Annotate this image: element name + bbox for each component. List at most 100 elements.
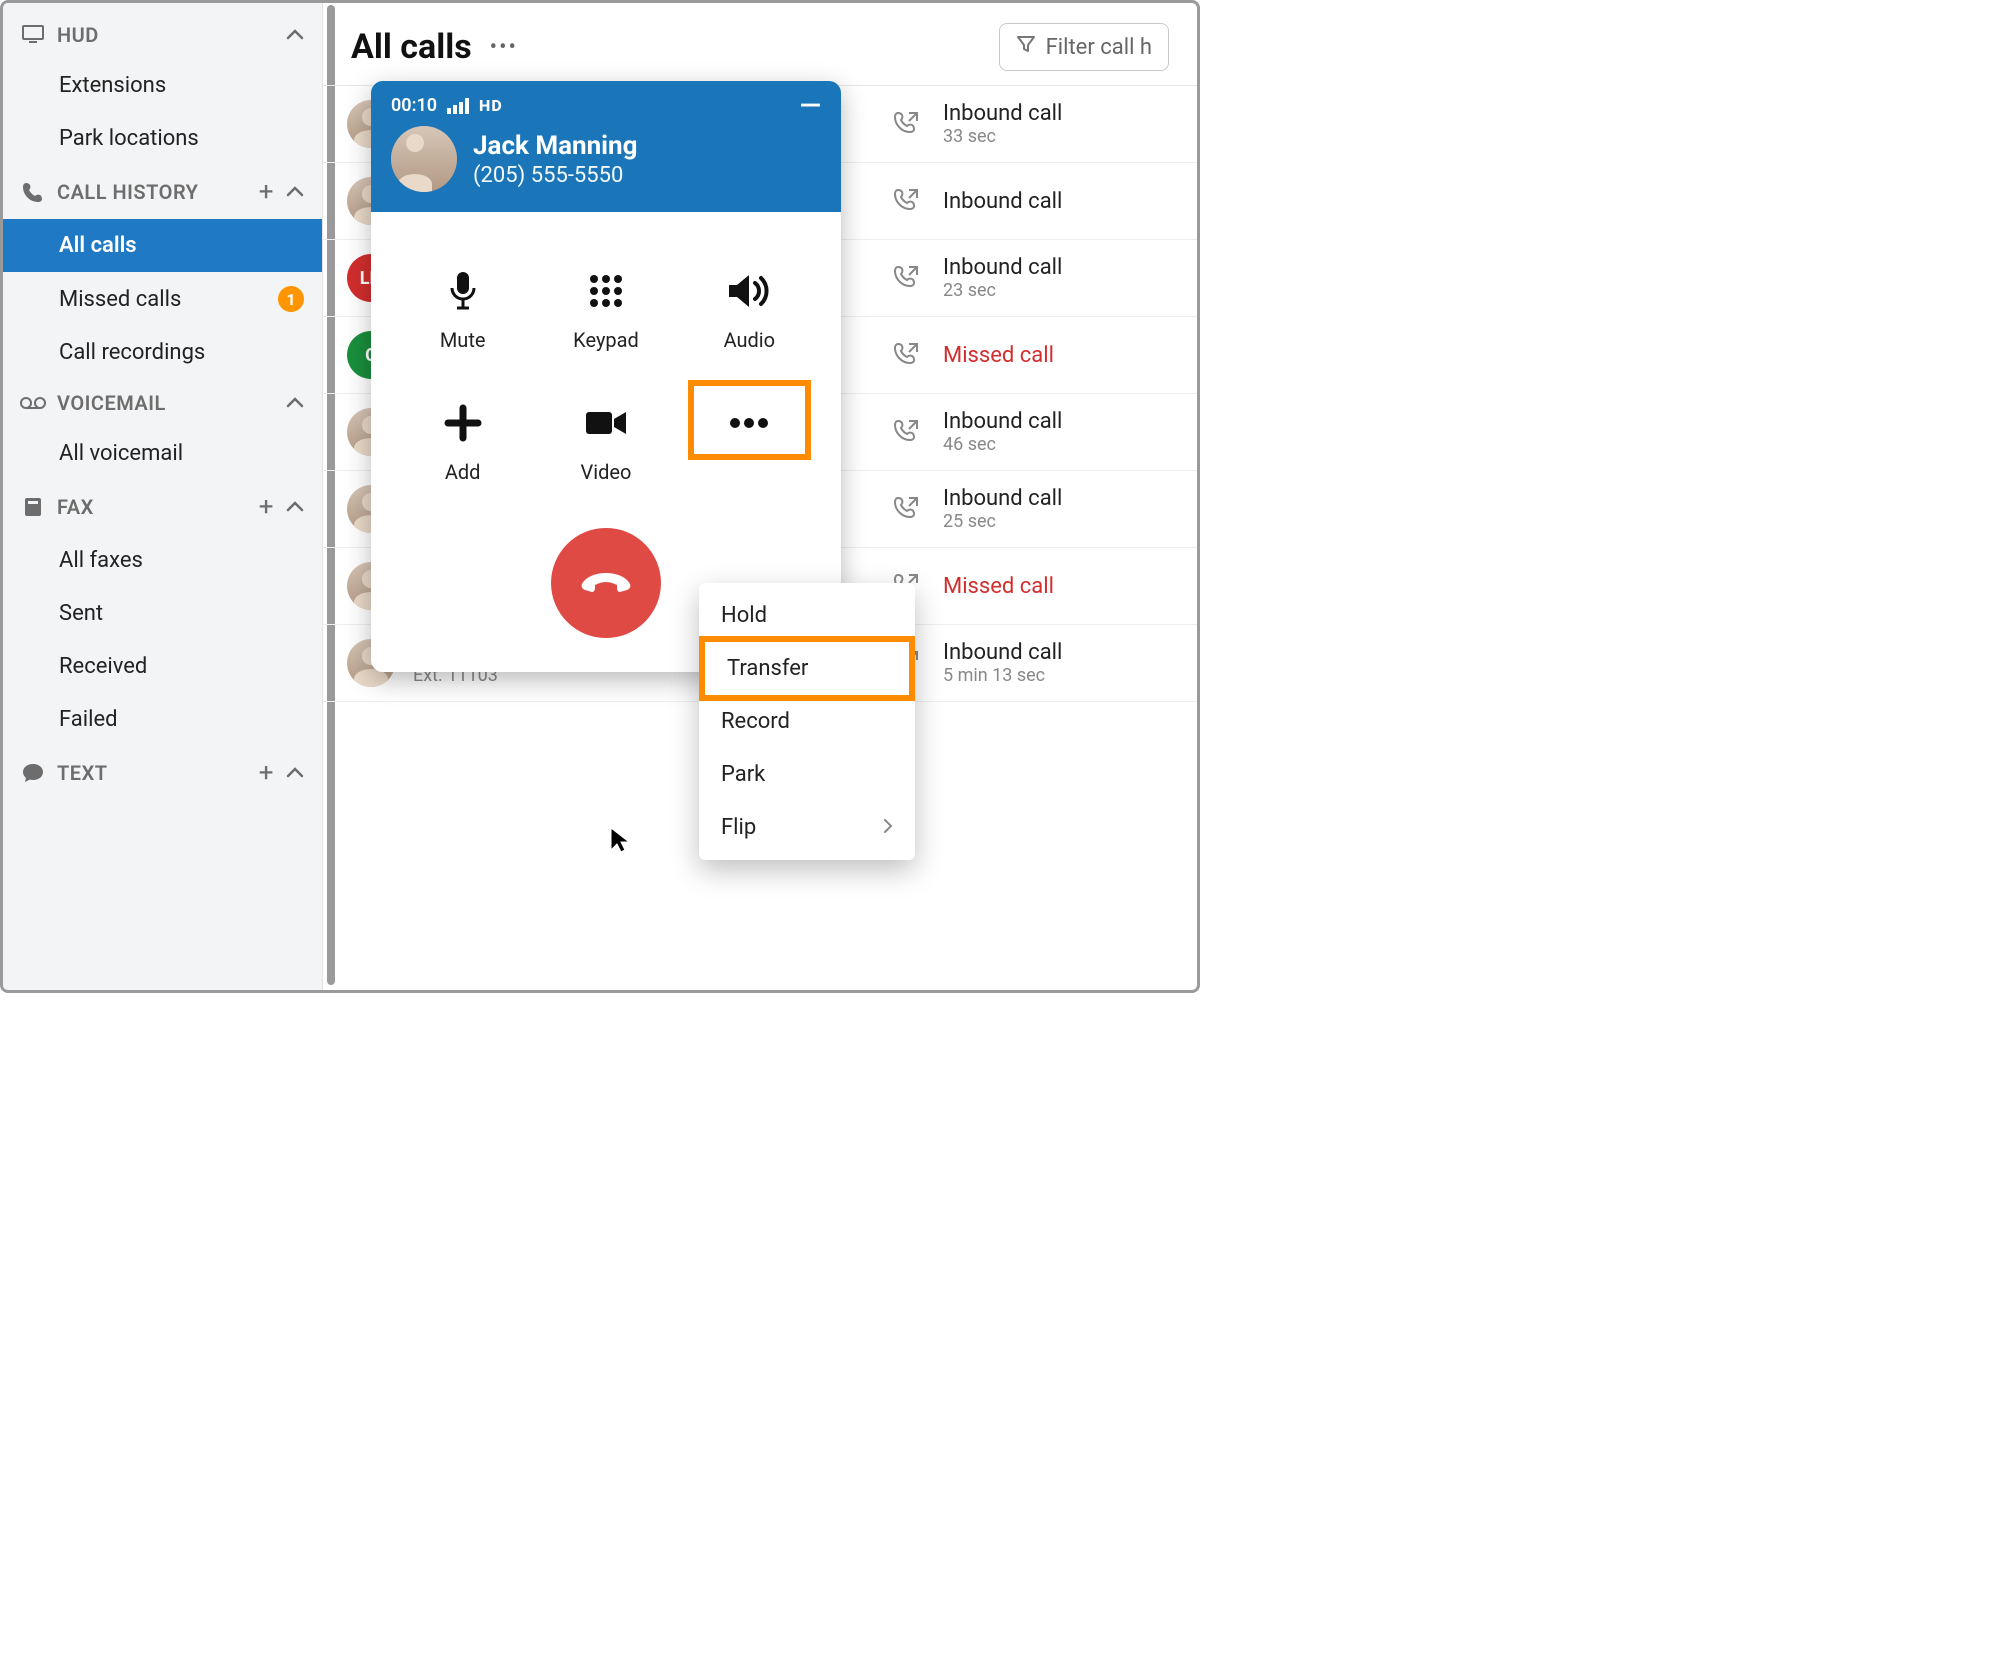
section-fax-label: FAX [57, 495, 259, 519]
sidebar-item-missed-calls[interactable]: Missed calls 1 [3, 272, 322, 326]
section-fax[interactable]: FAX + [3, 480, 322, 534]
call-panel-header: 00:10 HD — Jack Manning (205) 555-5550 [371, 81, 841, 212]
plus-icon [391, 398, 534, 448]
sidebar-item-label: Failed [59, 707, 118, 732]
sidebar-item-extensions[interactable]: Extensions [3, 59, 322, 112]
sidebar-item-label: Park locations [59, 126, 199, 151]
voicemail-icon [21, 396, 45, 410]
keypad-icon [534, 266, 677, 316]
video-label: Video [534, 460, 677, 484]
sidebar-item-label: Extensions [59, 73, 166, 98]
sidebar-item-park-locations[interactable]: Park locations [3, 112, 322, 165]
hd-badge: HD [479, 96, 503, 115]
call-direction-icon [889, 186, 925, 216]
sidebar: HUD Extensions Park locations CALL HISTO… [3, 3, 323, 990]
minimize-icon[interactable]: — [800, 101, 821, 111]
call-duration: 33 sec [943, 126, 1173, 147]
filter-label: Filter call h [1046, 35, 1152, 60]
call-direction-icon [889, 109, 925, 139]
video-icon [534, 398, 677, 448]
add-button[interactable]: Add [391, 398, 534, 484]
mute-label: Mute [391, 328, 534, 352]
section-hud[interactable]: HUD [3, 11, 322, 59]
call-direction: Inbound call [943, 409, 1173, 434]
main-header: All calls ••• Filter call h [323, 3, 1197, 85]
call-meta: Missed call [943, 343, 1173, 368]
signal-icon [447, 98, 469, 114]
call-meta: Inbound call [943, 189, 1173, 214]
chevron-up-icon [286, 501, 304, 513]
keypad-button[interactable]: Keypad [534, 266, 677, 352]
sidebar-item-failed[interactable]: Failed [3, 693, 322, 746]
call-direction: Missed call [943, 574, 1173, 599]
mute-icon [391, 266, 534, 316]
section-call-history-label: CALL HISTORY [57, 180, 259, 204]
menu-hold-label: Hold [721, 603, 767, 628]
video-button[interactable]: Video [534, 398, 677, 484]
sidebar-item-all-faxes[interactable]: All faxes [3, 534, 322, 587]
more-options-icon[interactable]: ••• [490, 35, 518, 60]
call-duration: 5 min 13 sec [943, 665, 1173, 686]
more-menu: Hold Transfer Record Park Flip [699, 583, 915, 860]
end-call-button[interactable] [551, 528, 661, 638]
sidebar-item-label: All faxes [59, 548, 143, 573]
section-hud-label: HUD [57, 23, 286, 47]
monitor-icon [21, 25, 45, 45]
section-text-label: TEXT [57, 761, 259, 785]
call-direction: Missed call [943, 343, 1173, 368]
chevron-up-icon [286, 29, 304, 41]
add-text-icon[interactable]: + [259, 758, 274, 788]
filter-icon [1016, 34, 1036, 60]
call-direction-icon [889, 340, 925, 370]
call-duration: 25 sec [943, 511, 1173, 532]
sidebar-item-label: Missed calls [59, 287, 181, 312]
keypad-label: Keypad [534, 328, 677, 352]
call-duration: 46 sec [943, 434, 1173, 455]
call-direction-icon [889, 494, 925, 524]
mute-button[interactable]: Mute [391, 266, 534, 352]
fax-icon [21, 496, 45, 518]
chevron-up-icon [286, 186, 304, 198]
call-direction-icon [889, 417, 925, 447]
hangup-icon [579, 570, 633, 596]
filter-button[interactable]: Filter call h [999, 23, 1169, 71]
call-direction: Inbound call [943, 101, 1173, 126]
chevron-up-icon [286, 397, 304, 409]
sidebar-item-received[interactable]: Received [3, 640, 322, 693]
add-fax-icon[interactable]: + [259, 492, 274, 522]
menu-park-label: Park [721, 762, 765, 787]
section-voicemail[interactable]: VOICEMAIL [3, 379, 322, 427]
section-call-history[interactable]: CALL HISTORY + [3, 165, 322, 219]
section-text[interactable]: TEXT + [3, 746, 322, 800]
audio-label: Audio [678, 328, 821, 352]
chevron-right-icon [883, 815, 893, 840]
menu-record[interactable]: Record [699, 695, 915, 748]
add-call-history-icon[interactable]: + [259, 177, 274, 207]
menu-flip[interactable]: Flip [699, 801, 915, 854]
add-label: Add [391, 460, 534, 484]
menu-record-label: Record [721, 709, 790, 734]
call-meta: Inbound call46 sec [943, 409, 1173, 455]
sidebar-item-sent[interactable]: Sent [3, 587, 322, 640]
sidebar-item-all-voicemail[interactable]: All voicemail [3, 427, 322, 480]
active-call-panel: 00:10 HD — Jack Manning (205) 555-5550 [371, 81, 841, 672]
menu-hold[interactable]: Hold [699, 589, 915, 642]
sidebar-item-call-recordings[interactable]: Call recordings [3, 326, 322, 379]
call-timer: 00:10 [391, 95, 437, 116]
menu-transfer[interactable]: Transfer [699, 636, 915, 701]
audio-button[interactable]: Audio [678, 266, 821, 352]
call-direction: Inbound call [943, 255, 1173, 280]
chevron-up-icon [286, 767, 304, 779]
call-duration: 23 sec [943, 280, 1173, 301]
menu-park[interactable]: Park [699, 748, 915, 801]
more-button[interactable] [678, 398, 821, 484]
caller-avatar [391, 126, 457, 192]
sidebar-item-label: Call recordings [59, 340, 205, 365]
call-meta: Inbound call33 sec [943, 101, 1173, 147]
menu-flip-label: Flip [721, 815, 756, 840]
call-meta: Inbound call23 sec [943, 255, 1173, 301]
menu-transfer-label: Transfer [727, 656, 808, 681]
caller-name: Jack Manning [473, 131, 637, 161]
sidebar-item-all-calls[interactable]: All calls [3, 219, 322, 272]
call-direction: Inbound call [943, 640, 1173, 665]
